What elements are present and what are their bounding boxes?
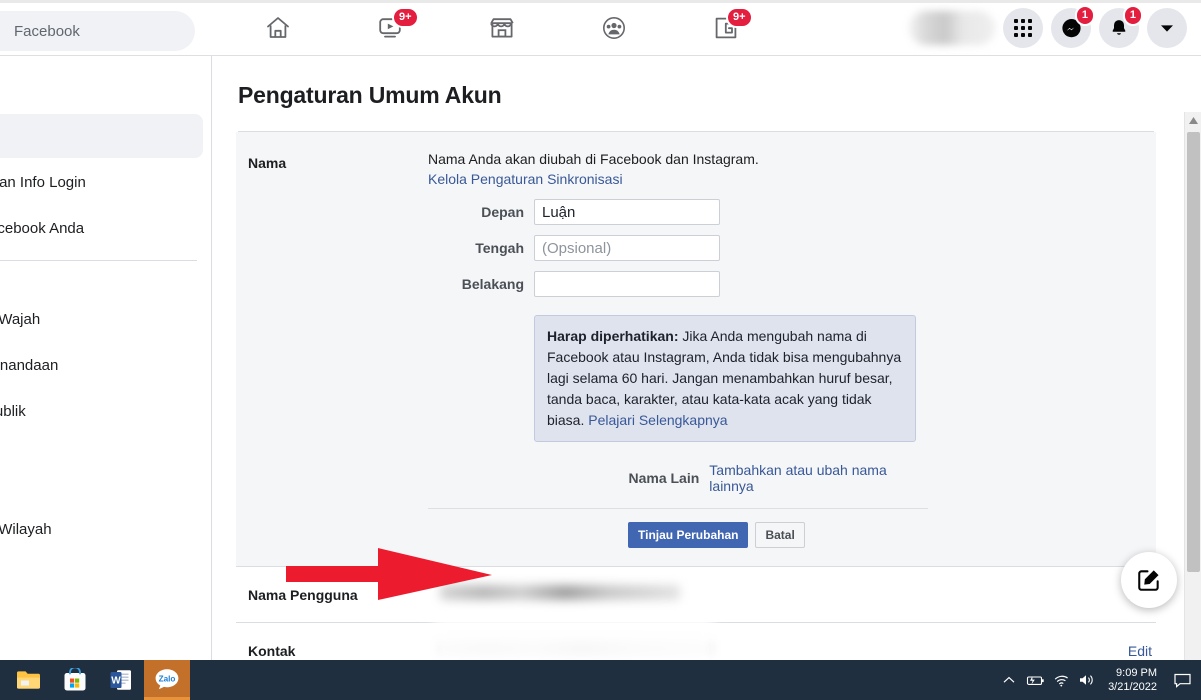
name-section: Nama Nama Anda akan diubah di Facebook d… (236, 132, 1156, 567)
sidebar-item-label: Keamanan dan Info Login (0, 174, 86, 191)
header-actions: 1 1 (909, 0, 1187, 56)
name-section-label: Nama (236, 150, 428, 566)
learn-more-link[interactable]: Pelajari Selengkapnya (588, 412, 727, 428)
sidebar-item-label: Pengenalan Wajah (0, 311, 40, 328)
messenger-icon[interactable]: 1 (1051, 8, 1091, 48)
taskbar-microsoft-store-icon[interactable] (52, 660, 98, 700)
watch-badge: 9+ (392, 7, 419, 28)
svg-text:Zalo: Zalo (159, 675, 176, 684)
action-center-icon[interactable] (1167, 673, 1197, 688)
nav-home[interactable] (222, 0, 334, 56)
clock-date: 3/21/2022 (1108, 680, 1157, 694)
last-name-row: Belakang (428, 271, 1132, 297)
taskbar-file-explorer-icon[interactable] (6, 660, 52, 700)
sidebar-item-bahasa-wilayah[interactable]: Bahasa dan Wilayah (0, 507, 203, 551)
notice-bold-text: Harap diperhatikan: (547, 328, 678, 344)
sidebar-item-profil-penandaan[interactable]: Profil dan Penandaan (0, 343, 203, 387)
volume-icon[interactable] (1074, 673, 1100, 687)
sidebar-divider (0, 260, 197, 261)
profile-name-chip[interactable] (909, 11, 995, 45)
last-name-label: Belakang (428, 276, 534, 292)
compose-post-button[interactable] (1121, 552, 1177, 608)
nav-groups[interactable] (558, 0, 670, 56)
last-name-input[interactable] (534, 271, 720, 297)
privacy-blur-overlay (434, 616, 714, 660)
other-names-row: Nama Lain Tambahkan atau ubah nama lainn… (428, 462, 928, 509)
taskbar-word-icon[interactable]: W (98, 660, 144, 700)
sidebar-item-label: Informasi Facebook Anda (0, 220, 84, 237)
battery-icon[interactable] (1022, 674, 1048, 687)
scroll-up-arrow-icon[interactable] (1185, 112, 1201, 129)
taskbar-clock[interactable]: 9:09 PM 3/21/2022 (1100, 666, 1167, 694)
windows-taskbar: W Zalo (0, 660, 1201, 700)
account-chevron-down-icon[interactable] (1147, 8, 1187, 48)
settings-sidebar: Umum Keamanan dan Info Login Informasi F… (0, 56, 212, 660)
username-value (440, 585, 1128, 605)
browser-chrome-strip (0, 0, 1201, 3)
middle-name-label: Tengah (428, 240, 534, 256)
system-tray: 9:09 PM 3/21/2022 (996, 660, 1201, 700)
taskbar-apps: W Zalo (6, 660, 190, 700)
search-input[interactable]: Facebook (0, 11, 195, 51)
nav-marketplace[interactable] (446, 0, 558, 56)
other-names-label: Nama Lain (428, 470, 709, 486)
page-title: Pengaturan Umum Akun (236, 56, 1156, 131)
menu-grid-icon[interactable] (1003, 8, 1043, 48)
messenger-badge: 1 (1075, 5, 1095, 26)
nav-gaming[interactable]: 9+ (670, 0, 782, 56)
screen: Facebook 9+ (0, 0, 1201, 700)
first-name-row: Depan (428, 199, 1132, 225)
first-name-label: Depan (428, 204, 534, 220)
settings-page: Umum Keamanan dan Info Login Informasi F… (0, 56, 1201, 660)
contact-label: Kontak (248, 643, 440, 659)
contact-edit-link[interactable]: Edit (1128, 643, 1156, 659)
gaming-badge: 9+ (726, 7, 753, 28)
page-scrollbar[interactable] (1184, 112, 1201, 660)
header-nav: 9+ (222, 0, 782, 56)
other-names-link[interactable]: Tambahkan atau ubah nama lainnya (709, 462, 928, 494)
facebook-header: Facebook 9+ (0, 0, 1201, 56)
wifi-icon[interactable] (1048, 674, 1074, 687)
middle-name-row: Tengah (428, 235, 1132, 261)
nav-watch[interactable]: 9+ (334, 0, 446, 56)
sidebar-item-umum[interactable]: Umum (0, 114, 203, 158)
sidebar-item-keamanan[interactable]: Keamanan dan Info Login (0, 160, 203, 204)
sidebar-item-pengenalan-wajah[interactable]: Pengenalan Wajah (0, 297, 203, 341)
first-name-input[interactable] (534, 199, 720, 225)
show-hidden-icons-chevron-up-icon[interactable] (996, 676, 1022, 684)
clock-time: 9:09 PM (1108, 666, 1157, 680)
sidebar-item-label: Profil dan Penandaan (0, 357, 58, 374)
name-description: Nama Anda akan diubah di Facebook dan In… (428, 150, 1132, 169)
sidebar-item-postingan-publik[interactable]: Postingan Publik (0, 389, 203, 433)
notifications-bell-icon[interactable]: 1 (1099, 8, 1139, 48)
review-changes-button[interactable]: Tinjau Perubahan (628, 522, 748, 548)
notifications-badge: 1 (1123, 5, 1143, 26)
sidebar-item-pemblokiran[interactable]: Pemblokiran (0, 435, 203, 479)
search-placeholder-text: Facebook (14, 23, 80, 40)
name-change-notice: Harap diperhatikan: Jika Anda mengubah n… (534, 315, 916, 442)
name-form-buttons: Tinjau Perubahan Batal (628, 522, 1132, 548)
svg-text:W: W (111, 676, 121, 687)
scrollbar-thumb[interactable] (1187, 132, 1200, 572)
sidebar-item-label: Postingan Publik (0, 403, 26, 420)
sidebar-item-label: Bahasa dan Wilayah (0, 521, 52, 538)
taskbar-zalo-icon[interactable]: Zalo (144, 660, 190, 700)
sidebar-item-informasi-facebook[interactable]: Informasi Facebook Anda (0, 206, 203, 250)
sync-settings-link[interactable]: Kelola Pengaturan Sinkronisasi (428, 171, 623, 187)
name-section-body: Nama Anda akan diubah di Facebook dan In… (428, 150, 1156, 566)
cancel-button[interactable]: Batal (755, 522, 804, 548)
middle-name-input[interactable] (534, 235, 720, 261)
annotation-arrow (286, 548, 492, 600)
